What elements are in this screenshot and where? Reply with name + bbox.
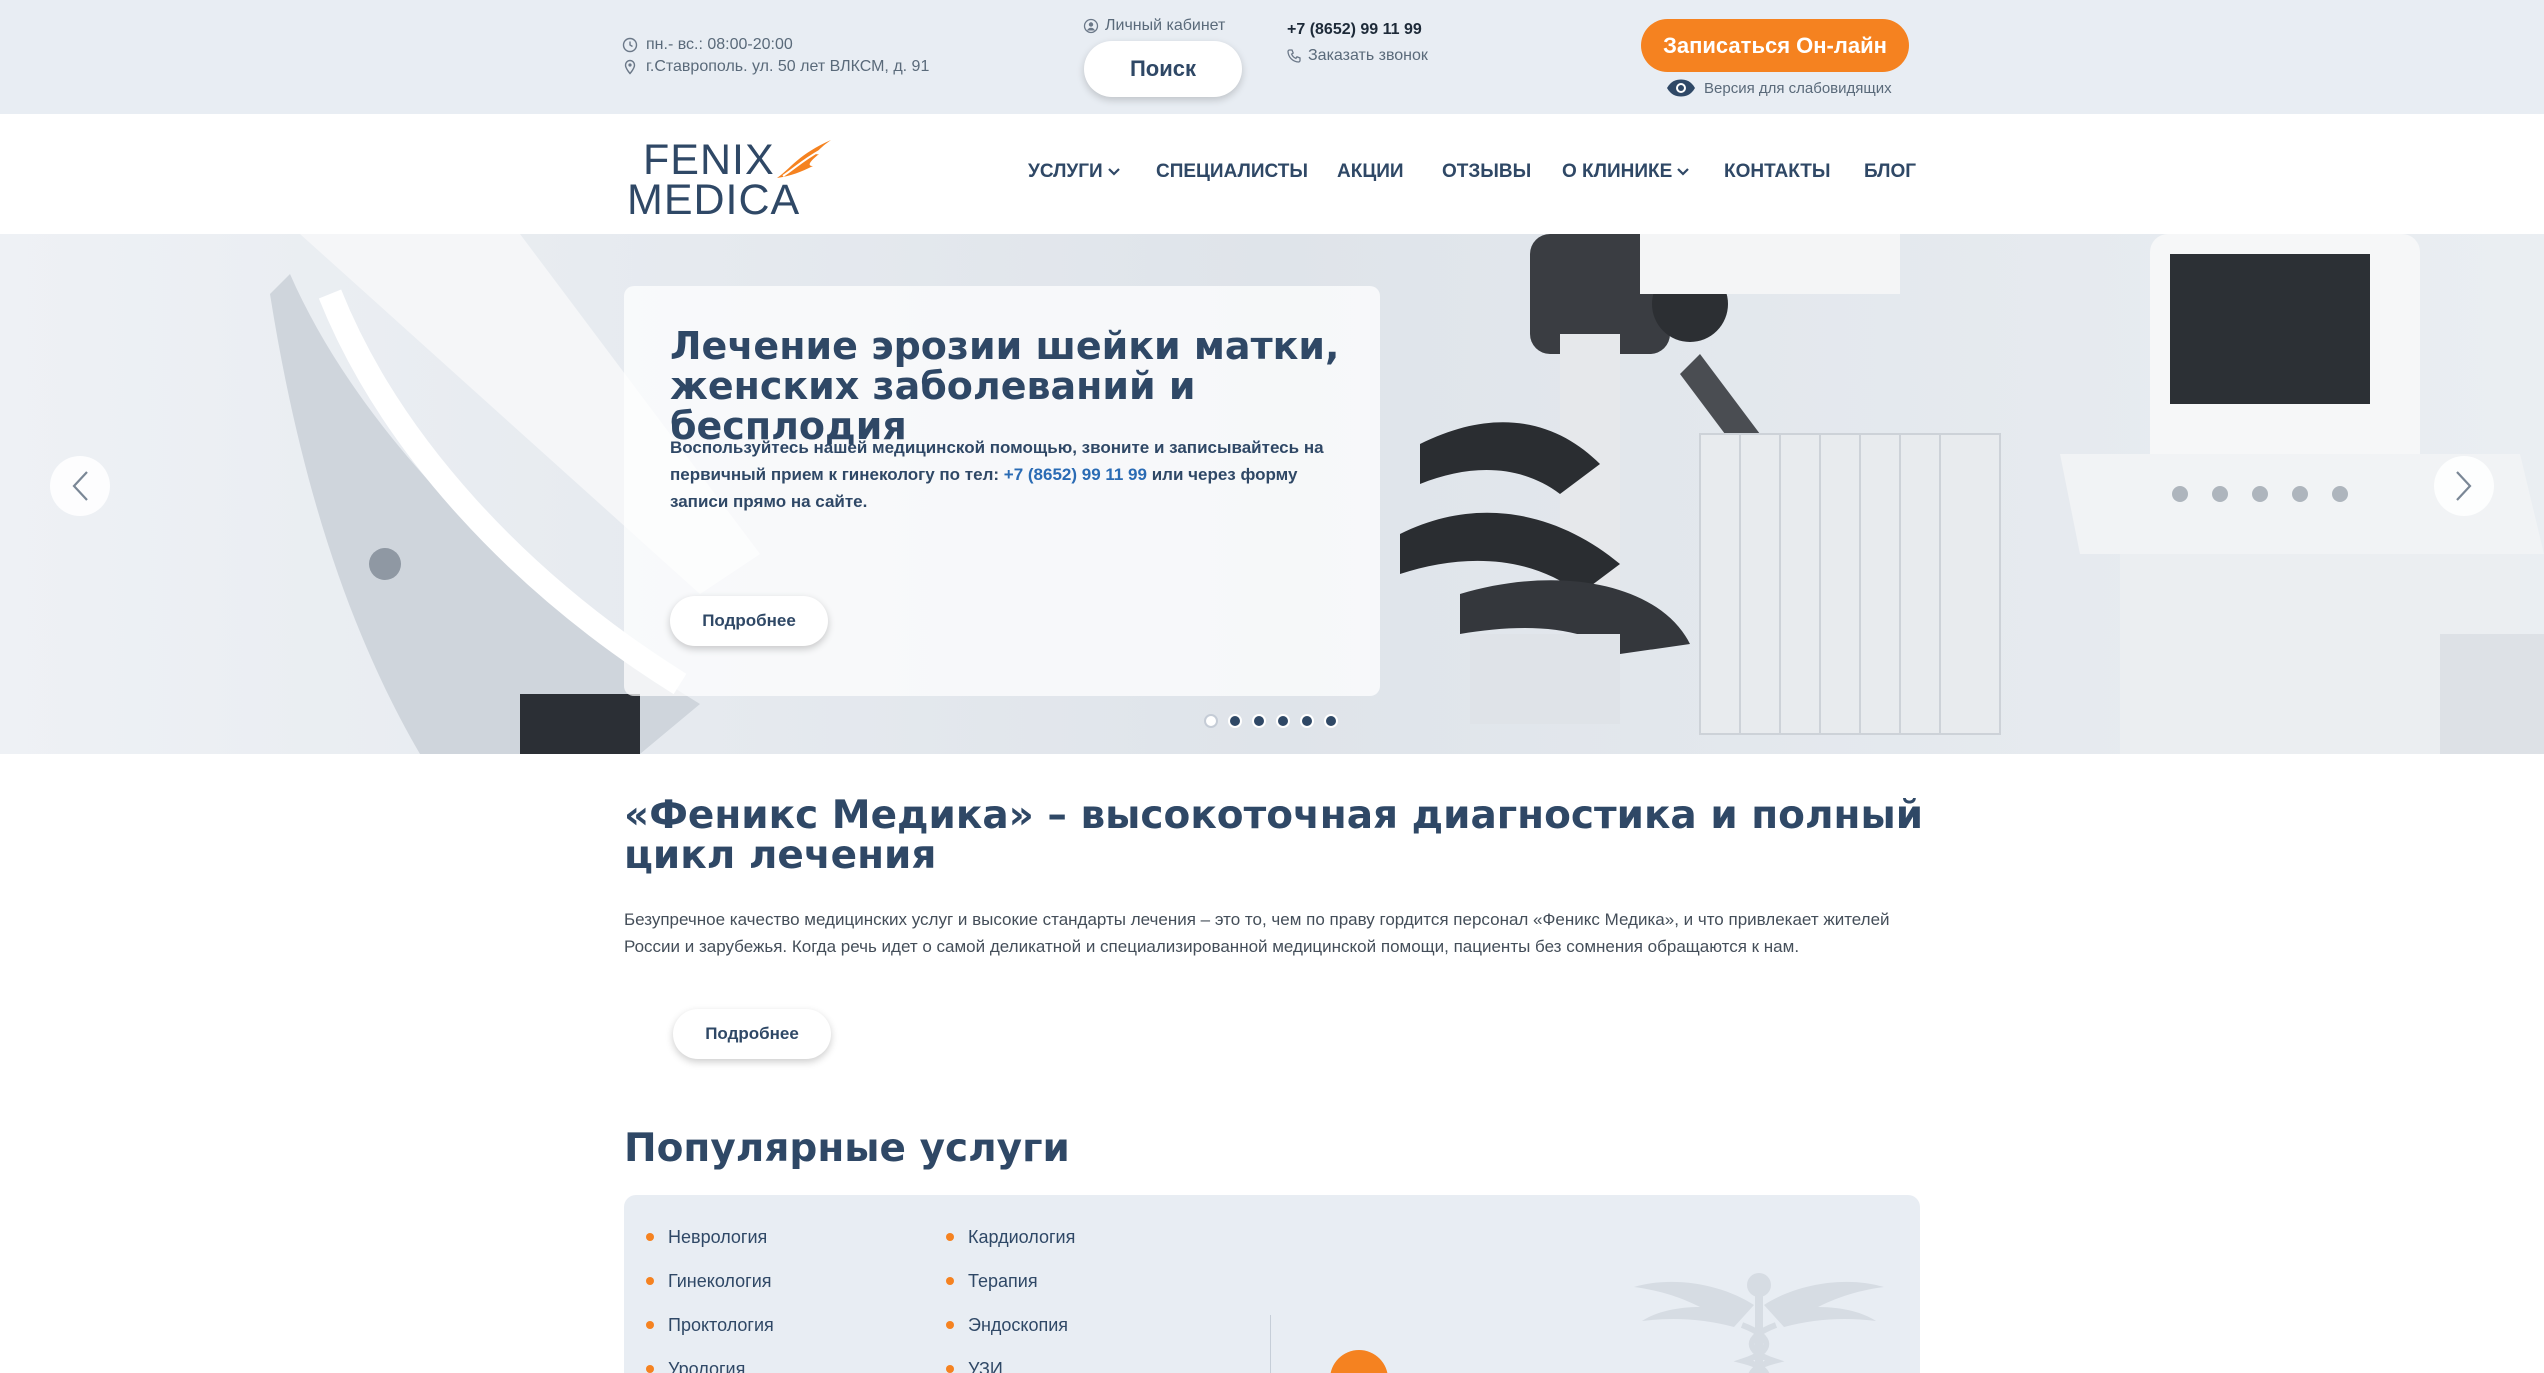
service-link[interactable]: УЗИ (946, 1347, 1075, 1373)
bullet-icon (946, 1365, 954, 1373)
nav-item-promotions[interactable]: АКЦИИ (1337, 161, 1404, 183)
hero-card: Лечение эрозии шейки матки, женских забо… (624, 286, 1380, 696)
phone-number[interactable]: +7 (8652) 99 11 99 (1287, 21, 1422, 39)
service-link[interactable]: Кардиология (946, 1215, 1075, 1259)
logo-line-2: MEDICA (627, 176, 801, 224)
location-pin-icon (624, 59, 636, 75)
chevron-right-icon (2456, 471, 2472, 501)
bullet-icon (946, 1233, 954, 1241)
working-hours: пн.- вс.: 08:00-20:00 (646, 36, 793, 53)
nav-item-services[interactable]: УСЛУГИ (1028, 161, 1121, 183)
service-label: Гинекология (668, 1270, 772, 1291)
nav-item-label: УСЛУГИ (1028, 161, 1103, 182)
about-text: Безупречное качество медицинских услуг и… (624, 910, 1890, 956)
callback-link[interactable]: Заказать звонок (1286, 47, 1428, 65)
user-icon (1083, 18, 1099, 34)
orange-circle-decoration (1330, 1350, 1388, 1373)
slider-dot[interactable] (1228, 714, 1242, 728)
services-divider (1270, 1315, 1271, 1373)
callback-label: Заказать звонок (1308, 47, 1428, 64)
hero-title: Лечение эрозии шейки матки, женских забо… (670, 324, 1340, 448)
address-row: г.Ставрополь. ул. 50 лет ВЛКСМ, д. 91 (622, 56, 929, 78)
slider-pagination (1204, 714, 1348, 728)
nav-item-label: СПЕЦИАЛИСТЫ (1156, 161, 1308, 182)
service-label: Урология (668, 1358, 746, 1373)
contact-info: пн.- вс.: 08:00-20:00 г.Ставрополь. ул. … (622, 34, 929, 78)
service-link[interactable]: Гинекология (646, 1259, 774, 1303)
service-link[interactable]: Терапия (946, 1259, 1075, 1303)
chevron-down-icon (1677, 168, 1690, 176)
bullet-icon (646, 1321, 654, 1329)
slider-dot[interactable] (1324, 714, 1338, 728)
service-label: УЗИ (968, 1358, 1003, 1373)
nav-item-label: ОТЗЫВЫ (1442, 161, 1532, 182)
service-link[interactable]: Эндоскопия (946, 1303, 1075, 1347)
hours-row: пн.- вс.: 08:00-20:00 (622, 34, 929, 56)
accessibility-version-label: Версия для слабовидящих (1704, 79, 1892, 97)
service-link[interactable]: Урология (646, 1347, 774, 1373)
nav-item-blog[interactable]: БЛОГ (1864, 161, 1916, 183)
hero-more-button[interactable]: Подробнее (670, 596, 828, 646)
caduceus-icon (1634, 1273, 1884, 1373)
slider-dot[interactable] (1204, 714, 1218, 728)
bullet-icon (646, 1277, 654, 1285)
nav-item-label: БЛОГ (1864, 161, 1917, 182)
bullet-icon (646, 1233, 654, 1241)
top-bar: пн.- вс.: 08:00-20:00 г.Ставрополь. ул. … (0, 0, 2544, 114)
about-more-button[interactable]: Подробнее (673, 1009, 831, 1059)
nav-item-about-clinic[interactable]: О КЛИНИКЕ (1562, 161, 1690, 183)
about-title: «Феникс Медика» – высокоточная диагности… (624, 793, 1924, 878)
chevron-down-icon (1107, 168, 1120, 176)
service-label: Проктология (668, 1314, 774, 1335)
service-link[interactable]: Проктология (646, 1303, 774, 1347)
service-label: Неврология (668, 1226, 768, 1247)
slider-dot[interactable] (1300, 714, 1314, 728)
bullet-icon (646, 1365, 654, 1373)
bullet-icon (946, 1321, 954, 1329)
personal-cabinet-label: Личный кабинет (1105, 17, 1226, 34)
nav-item-label: О КЛИНИКЕ (1562, 161, 1673, 182)
clinic-address: г.Ставрополь. ул. 50 лет ВЛКСМ, д. 91 (646, 58, 930, 75)
services-column-1: Неврология Гинекология Проктология Уроло… (646, 1215, 774, 1373)
eye-icon (1667, 79, 1695, 97)
slider-dot[interactable] (1276, 714, 1290, 728)
service-label: Терапия (968, 1270, 1038, 1291)
service-link[interactable]: Неврология (646, 1215, 774, 1259)
nav-item-contacts[interactable]: КОНТАКТЫ (1724, 161, 1831, 183)
site-logo[interactable]: FENIX MEDICA (627, 136, 831, 224)
hero-description: Воспользуйтесь нашей медицинской помощью… (670, 434, 1350, 515)
services-title: Популярные услуги (624, 1126, 1070, 1171)
slider-prev-button[interactable] (50, 456, 110, 516)
hero-phone-link[interactable]: +7 (8652) 99 11 99 (1004, 465, 1147, 484)
bullet-icon (946, 1277, 954, 1285)
nav-item-reviews[interactable]: ОТЗЫВЫ (1442, 161, 1531, 183)
service-label: Эндоскопия (968, 1314, 1069, 1335)
nav-item-label: КОНТАКТЫ (1724, 161, 1831, 182)
service-label: Кардиология (968, 1226, 1076, 1247)
chevron-left-icon (72, 471, 88, 501)
main-header: FENIX MEDICA УСЛУГИ СПЕЦИАЛИСТЫ АКЦИИ ОТ… (0, 114, 2544, 234)
clock-icon (622, 37, 638, 53)
services-column-2: Кардиология Терапия Эндоскопия УЗИ (946, 1215, 1075, 1373)
nav-item-label: АКЦИИ (1337, 161, 1404, 182)
book-online-button[interactable]: Записаться Он-лайн (1641, 19, 1909, 72)
nav-item-specialists[interactable]: СПЕЦИАЛИСТЫ (1156, 161, 1308, 183)
popular-services-panel: Неврология Гинекология Проктология Уроло… (624, 1195, 1920, 1373)
search-button[interactable]: Поиск (1084, 41, 1242, 97)
personal-cabinet-link[interactable]: Личный кабинет (1083, 17, 1225, 35)
phone-icon (1287, 49, 1301, 63)
slider-next-button[interactable] (2434, 456, 2494, 516)
accessibility-version-link[interactable]: Версия для слабовидящих (1666, 78, 1892, 98)
slider-dot[interactable] (1252, 714, 1266, 728)
hero-slider: Лечение эрозии шейки матки, женских забо… (0, 234, 2544, 754)
